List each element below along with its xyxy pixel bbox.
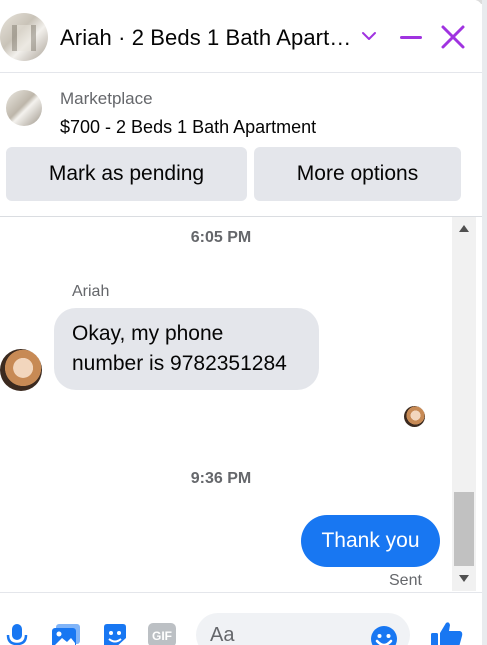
chevron-down-icon[interactable]: [360, 27, 378, 45]
close-icon[interactable]: [440, 24, 466, 50]
listing-avatar[interactable]: [0, 13, 48, 61]
sender-avatar[interactable]: [0, 349, 42, 391]
read-receipt-avatar: [404, 406, 425, 427]
message-text: Okay, my phone: [72, 322, 224, 345]
chat-window: Ariah · 2 Beds 1 Bath Apart… Marketplace…: [0, 0, 482, 645]
marketplace-panel: Marketplace $700 - 2 Beds 1 Bath Apartme…: [0, 73, 482, 217]
message-status: Sent: [389, 572, 422, 589]
scrollbar-thumb[interactable]: [454, 492, 474, 566]
minimize-icon[interactable]: [398, 24, 424, 50]
mark-as-pending-button[interactable]: Mark as pending: [6, 147, 247, 201]
sticker-icon[interactable]: [101, 623, 129, 645]
emoji-icon[interactable]: [370, 625, 398, 645]
incoming-message[interactable]: Okay, my phone number is 9782351284: [54, 308, 319, 390]
scrollbar[interactable]: [452, 217, 476, 591]
more-options-button[interactable]: More options: [254, 147, 461, 201]
listing-thumbnail[interactable]: [6, 90, 42, 126]
listing-title[interactable]: $700 - 2 Beds 1 Bath Apartment: [60, 117, 316, 138]
scroll-down-arrow-icon[interactable]: [459, 575, 469, 582]
microphone-icon[interactable]: [6, 623, 28, 645]
gif-icon[interactable]: GIF: [148, 623, 176, 645]
chat-title[interactable]: Ariah · 2 Beds 1 Bath Apart…: [60, 25, 351, 51]
message-composer: GIF: [0, 592, 482, 645]
sender-name: Ariah: [72, 283, 110, 300]
chat-header[interactable]: Ariah · 2 Beds 1 Bath Apart…: [0, 0, 482, 73]
timestamp: 6:05 PM: [190, 229, 252, 246]
background-edge: [482, 0, 487, 645]
thumbs-up-icon[interactable]: [430, 621, 464, 645]
scroll-up-arrow-icon[interactable]: [459, 225, 469, 232]
conversation-area: 6:05 PM Ariah Okay, my phone number is 9…: [0, 217, 452, 591]
timestamp: 9:36 PM: [190, 470, 252, 487]
photo-icon[interactable]: [51, 623, 81, 645]
svg-text:GIF: GIF: [152, 629, 172, 643]
outgoing-message[interactable]: Thank you: [301, 515, 440, 567]
message-text: number is 9782351284: [72, 352, 287, 375]
marketplace-label: Marketplace: [60, 89, 153, 108]
